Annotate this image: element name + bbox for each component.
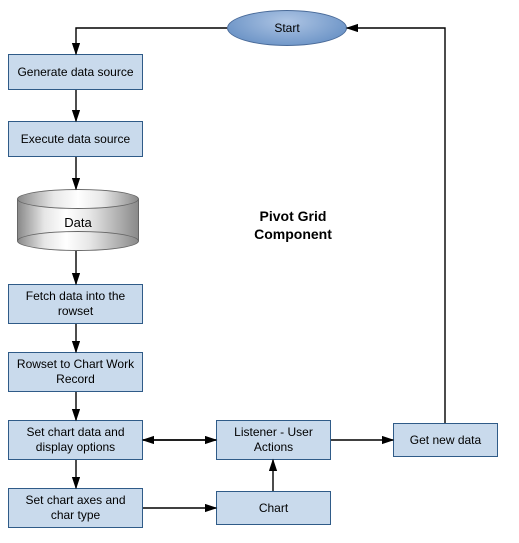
chart-node: Chart — [216, 491, 331, 525]
generate-label: Generate data source — [17, 65, 133, 80]
data-cylinder: Data — [17, 189, 139, 251]
getnew-label: Get new data — [410, 433, 481, 448]
set-chart-data-node: Set chart data and display options — [8, 420, 143, 460]
execute-label: Execute data source — [21, 132, 130, 147]
rowset-label: Rowset to Chart Work Record — [15, 357, 136, 387]
execute-data-source-node: Execute data source — [8, 121, 143, 157]
chart-label: Chart — [259, 501, 288, 516]
fetch-rowset-node: Fetch data into the rowset — [8, 284, 143, 324]
get-new-data-node: Get new data — [393, 423, 498, 457]
rowset-to-chart-node: Rowset to Chart Work Record — [8, 352, 143, 392]
diagram-title: Pivot Grid Component — [238, 207, 348, 243]
setdata-label: Set chart data and display options — [15, 425, 136, 455]
title-line1: Pivot Grid — [260, 208, 327, 224]
setaxes-label: Set chart axes and char type — [15, 493, 136, 523]
start-label: Start — [274, 21, 299, 35]
data-label: Data — [17, 215, 139, 230]
flowchart-canvas: Start Generate data source Execute data … — [0, 0, 519, 543]
fetch-label: Fetch data into the rowset — [15, 289, 136, 319]
listener-label: Listener - User Actions — [223, 425, 324, 455]
generate-data-source-node: Generate data source — [8, 54, 143, 90]
title-line2: Component — [254, 226, 332, 242]
start-node: Start — [227, 10, 347, 46]
set-chart-axes-node: Set chart axes and char type — [8, 488, 143, 528]
listener-node: Listener - User Actions — [216, 420, 331, 460]
